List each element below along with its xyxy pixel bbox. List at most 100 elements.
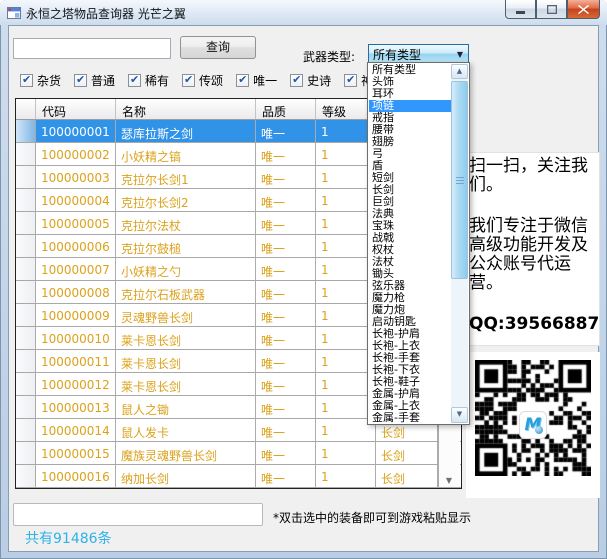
dropdown-option-28[interactable]: 金属-上衣 <box>369 400 451 412</box>
row-header-cell[interactable] <box>16 442 36 464</box>
cell-name[interactable]: 纳加长剑 <box>116 465 256 487</box>
cell-name[interactable]: 莱卡恩长剑 <box>116 373 256 395</box>
cell-code[interactable]: 100000008 <box>36 281 116 303</box>
cell-name[interactable]: 克拉尔鼓槌 <box>116 235 256 257</box>
row-header-cell[interactable] <box>16 166 36 188</box>
cell-code[interactable]: 100000009 <box>36 304 116 326</box>
cell-code[interactable]: 100000014 <box>36 419 116 441</box>
dropdown-option-1[interactable]: 头饰 <box>369 76 451 88</box>
filter-checkbox-4[interactable]: 唯一 <box>236 72 277 89</box>
scroll-down-icon[interactable]: ▼ <box>439 476 459 485</box>
row-header-cell[interactable] <box>16 143 36 165</box>
maximize-button[interactable] <box>536 0 567 19</box>
cell-code[interactable]: 100000012 <box>36 373 116 395</box>
cell-quality[interactable]: 唯一 <box>256 327 316 349</box>
dropdown-option-16[interactable]: 法杖 <box>369 256 451 268</box>
cell-quality[interactable]: 唯一 <box>256 304 316 326</box>
column-header-code[interactable]: 代码 <box>36 99 116 119</box>
weapon-type-combobox[interactable]: 所有类型 ▼ <box>368 44 469 64</box>
cell-name[interactable]: 小妖精之镐 <box>116 143 256 165</box>
row-header-cell[interactable] <box>16 304 36 326</box>
column-header-quality[interactable]: 品质 <box>256 99 316 119</box>
cell-code[interactable]: 100000005 <box>36 212 116 234</box>
cell-code[interactable]: 100000002 <box>36 143 116 165</box>
minimize-button[interactable] <box>505 0 536 19</box>
dropdown-option-13[interactable]: 宝珠 <box>369 220 451 232</box>
cell-code[interactable]: 100000003 <box>36 166 116 188</box>
scroll-down-icon[interactable]: ▼ <box>451 407 468 423</box>
table-row-15[interactable]: 100000015魔族灵魂野兽长剑唯一1长剑 <box>16 442 461 465</box>
dropdown-option-9[interactable]: 短剑 <box>369 172 451 184</box>
cell-quality[interactable]: 唯一 <box>256 350 316 372</box>
cell-quality[interactable]: 唯一 <box>256 442 316 464</box>
cell-quality[interactable]: 唯一 <box>256 396 316 418</box>
scrollbar-thumb[interactable] <box>451 81 468 279</box>
cell-quality[interactable]: 唯一 <box>256 235 316 257</box>
cell-quality[interactable]: 唯一 <box>256 419 316 441</box>
table-row-16[interactable]: 100000016纳加长剑唯一1长剑 <box>16 465 461 488</box>
cell-name[interactable]: 魔族灵魂野兽长剑 <box>116 442 256 464</box>
cell-code[interactable]: 100000011 <box>36 350 116 372</box>
cell-code[interactable]: 100000007 <box>36 258 116 280</box>
dropdown-option-27[interactable]: 金属-护肩 <box>369 388 451 400</box>
row-header-cell[interactable] <box>16 373 36 395</box>
dropdown-option-24[interactable]: 长袍-手套 <box>369 352 451 364</box>
dropdown-option-6[interactable]: 翅膀 <box>369 136 451 148</box>
cell-quality[interactable]: 唯一 <box>256 212 316 234</box>
row-header-cell[interactable] <box>16 419 36 441</box>
dropdown-option-2[interactable]: 耳环 <box>369 88 451 100</box>
dropdown-option-8[interactable]: 盾 <box>369 160 451 172</box>
dropdown-option-12[interactable]: 法典 <box>369 208 451 220</box>
cell-code[interactable]: 100000016 <box>36 465 116 487</box>
dropdown-option-20[interactable]: 魔力炮 <box>369 304 451 316</box>
row-header-cell[interactable] <box>16 350 36 372</box>
dropdown-option-23[interactable]: 长袍-上衣 <box>369 340 451 352</box>
cell-type[interactable]: 长剑 <box>376 442 438 464</box>
cell-quality[interactable]: 唯一 <box>256 166 316 188</box>
cell-name[interactable]: 克拉尔长剑2 <box>116 189 256 211</box>
dropdown-option-7[interactable]: 弓 <box>369 148 451 160</box>
cell-quality[interactable]: 唯一 <box>256 120 316 142</box>
cell-quality[interactable]: 唯一 <box>256 189 316 211</box>
scroll-up-icon[interactable]: ▲ <box>451 64 468 79</box>
cell-code[interactable]: 100000001 <box>36 120 116 142</box>
cell-name[interactable]: 莱卡恩长剑 <box>116 350 256 372</box>
cell-type[interactable]: 长剑 <box>376 465 438 487</box>
cell-quality[interactable]: 唯一 <box>256 258 316 280</box>
row-header-cell[interactable] <box>16 120 36 142</box>
dropdown-scrollbar[interactable]: ▲ ▼ <box>451 64 468 423</box>
dropdown-option-22[interactable]: 长袍-护肩 <box>369 328 451 340</box>
cell-name[interactable]: 鼠人之锄 <box>116 396 256 418</box>
cell-code[interactable]: 100000004 <box>36 189 116 211</box>
cell-name[interactable]: 莱卡恩长剑 <box>116 327 256 349</box>
dropdown-option-17[interactable]: 锄头 <box>369 268 451 280</box>
row-header-cell[interactable] <box>16 281 36 303</box>
row-header-cell[interactable] <box>16 189 36 211</box>
filter-checkbox-5[interactable]: 史诗 <box>290 72 331 89</box>
row-header-cell[interactable] <box>16 235 36 257</box>
query-button[interactable]: 查询 <box>180 36 256 59</box>
cell-name[interactable]: 克拉尔石板武器 <box>116 281 256 303</box>
row-header-cell[interactable] <box>16 396 36 418</box>
dropdown-option-18[interactable]: 弦乐器 <box>369 280 451 292</box>
cell-code[interactable]: 100000015 <box>36 442 116 464</box>
filter-checkbox-0[interactable]: 杂货 <box>20 72 61 89</box>
dropdown-option-26[interactable]: 长袍-鞋子 <box>369 376 451 388</box>
dropdown-option-4[interactable]: 戒指 <box>369 112 451 124</box>
dropdown-option-11[interactable]: 巨剑 <box>369 196 451 208</box>
cell-name[interactable]: 灵魂野兽长剑 <box>116 304 256 326</box>
dropdown-option-25[interactable]: 长袍-下衣 <box>369 364 451 376</box>
dropdown-option-10[interactable]: 长剑 <box>369 184 451 196</box>
cell-level[interactable]: 1 <box>316 442 376 464</box>
row-header-cell[interactable] <box>16 465 36 487</box>
filter-checkbox-3[interactable]: 传颂 <box>182 72 223 89</box>
dropdown-option-0[interactable]: 所有类型 <box>369 64 451 76</box>
filter-checkbox-1[interactable]: 普通 <box>74 72 115 89</box>
row-header-cell[interactable] <box>16 212 36 234</box>
row-header-cell[interactable] <box>16 327 36 349</box>
column-header-name[interactable]: 名称 <box>116 99 256 119</box>
cell-code[interactable]: 100000006 <box>36 235 116 257</box>
cell-name[interactable]: 小妖精之勺 <box>116 258 256 280</box>
cell-quality[interactable]: 唯一 <box>256 143 316 165</box>
cell-name[interactable]: 克拉尔长剑1 <box>116 166 256 188</box>
